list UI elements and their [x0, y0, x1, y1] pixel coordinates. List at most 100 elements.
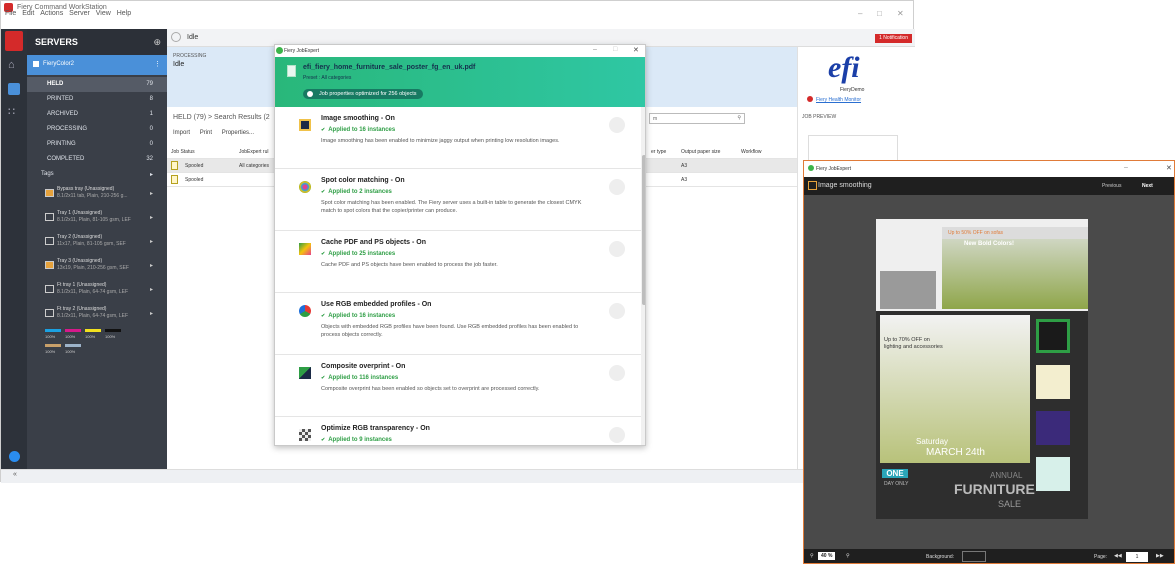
menu-server[interactable]: Server — [69, 10, 90, 17]
item-applied: Applied to 9 instances — [321, 437, 392, 443]
tray-3[interactable]: Tray 3 (Unassigned) 13x19, Plain, 210-25… — [27, 255, 167, 277]
item-applied: Applied to 25 instances — [321, 251, 395, 257]
maximize-icon[interactable]: □ — [613, 46, 617, 53]
item-title: Composite overprint - On — [321, 363, 406, 370]
menu-file[interactable]: File — [5, 10, 16, 17]
item-description: Image smoothing has been enabled to mini… — [321, 138, 560, 144]
preview-button[interactable] — [609, 241, 625, 257]
queue-count: 1 — [149, 111, 153, 117]
queue-completed[interactable]: COMPLETED 32 — [27, 152, 167, 167]
column-header[interactable]: Job Status — [171, 149, 195, 155]
search-icon[interactable] — [9, 451, 20, 462]
tray-ft-1[interactable]: Ft tray 1 (Unassigned) 8.1/2x11, Plain, … — [27, 279, 167, 301]
list-item[interactable]: Cache PDF and PS objects - On Applied to… — [275, 231, 641, 293]
add-server-icon[interactable]: ⊕ — [153, 37, 161, 48]
column-header[interactable]: Output paper size — [681, 149, 720, 155]
background-color-picker[interactable] — [962, 551, 986, 562]
properties-button[interactable]: Properties... — [222, 130, 254, 136]
column-header[interactable]: JobExpert rul — [239, 149, 268, 155]
queue-archived[interactable]: ARCHIVED 1 — [27, 107, 167, 122]
menu-view[interactable]: View — [96, 10, 111, 17]
ink-silver — [65, 344, 81, 347]
job-preview-label[interactable]: JOB PREVIEW — [802, 114, 836, 120]
scrollbar-thumb[interactable] — [642, 155, 645, 305]
held-breadcrumb[interactable]: HELD (79) > Search Results (2 — [173, 114, 270, 121]
preview-button[interactable] — [609, 117, 625, 133]
close-icon[interactable]: ✕ — [1166, 164, 1172, 172]
queue-label: PRINTING — [47, 141, 76, 147]
apps-grid-icon[interactable]: ∷ — [8, 105, 20, 118]
tray-name: Tray 2 (Unassigned) — [57, 234, 103, 240]
processing-value: Idle — [173, 61, 185, 68]
first-page-icon[interactable]: ◀◀ — [1114, 553, 1122, 559]
spot-color-icon — [299, 181, 311, 193]
list-item[interactable]: Spot color matching - On Applied to 2 in… — [275, 169, 641, 231]
search-icon[interactable]: ⚲ — [737, 115, 741, 121]
search-input[interactable]: m ⚲ — [649, 113, 745, 124]
job-center-icon[interactable] — [8, 83, 20, 95]
health-label: Fiery Health Monitor — [816, 97, 862, 103]
list-item[interactable]: Use RGB embedded profiles - On Applied t… — [275, 293, 641, 355]
document-icon — [171, 175, 178, 184]
column-header[interactable]: er type — [651, 149, 666, 155]
item-applied: Applied to 16 instances — [321, 127, 395, 133]
product-thumb — [1036, 365, 1070, 399]
ink-level-label: 100% — [45, 349, 56, 354]
preview-button[interactable] — [609, 179, 625, 195]
efi-logo: efi — [828, 51, 860, 84]
tray-spec: 8.1/2x11, Plain, 81-105 gsm, LEF — [57, 217, 131, 223]
tray-spec: 8.1/2x11, Plain, 64-74 gsm, LEF — [57, 313, 129, 319]
tray-ft-2[interactable]: Ft tray 2 (Unassigned) 8.1/2x11, Plain, … — [27, 303, 167, 325]
tray-2[interactable]: Tray 2 (Unassigned) 11x17, Plain, 81-105… — [27, 231, 167, 253]
menu-actions[interactable]: Actions — [40, 10, 63, 17]
ink-level-label: 100% — [65, 334, 76, 339]
notification-badge[interactable]: 1 Notification — [875, 34, 912, 43]
close-icon[interactable]: ✕ — [633, 46, 639, 54]
status-bar: « — [1, 469, 915, 483]
minimize-icon[interactable]: – — [593, 46, 597, 53]
zoom-out-icon[interactable]: ⚲ — [810, 553, 814, 559]
menu-edit[interactable]: Edit — [22, 10, 34, 17]
queue-printing[interactable]: PRINTING 0 — [27, 137, 167, 152]
job-size: A3 — [681, 163, 688, 169]
queue-held[interactable]: HELD 79 — [27, 77, 167, 92]
list-item[interactable]: Image smoothing - On Applied to 16 insta… — [275, 107, 641, 169]
import-button[interactable]: Import — [173, 130, 190, 136]
queue-label: PRINTED — [47, 96, 74, 102]
menu-bar: File Edit Actions Server View Help — [1, 10, 915, 20]
queue-count: 79 — [146, 81, 153, 87]
item-title: Spot color matching - On — [321, 177, 405, 184]
zoom-in-icon[interactable]: ⚲ — [846, 553, 850, 559]
next-button[interactable]: Next — [1142, 183, 1153, 189]
column-header[interactable]: Workflow — [741, 149, 761, 155]
queue-count: 32 — [146, 156, 153, 162]
collapse-icon[interactable]: « — [13, 471, 17, 478]
ink-level-label: 100% — [85, 334, 96, 339]
preview-button[interactable] — [609, 303, 625, 319]
previous-button[interactable]: Previous — [1102, 183, 1121, 189]
tray-name: Tray 3 (Unassigned) — [57, 258, 103, 264]
minimize-icon[interactable]: – — [1124, 164, 1128, 171]
poster-furniture: FURNITURE — [954, 481, 1035, 497]
queue-processing[interactable]: PROCESSING 0 — [27, 122, 167, 137]
server-item[interactable]: FieryColor2 ⋮ — [27, 55, 167, 75]
list-item[interactable]: Optimize RGB transparency - On Applied t… — [275, 417, 641, 445]
print-button[interactable]: Print — [200, 130, 212, 136]
preview-button[interactable] — [609, 427, 625, 443]
tray-1[interactable]: Tray 1 (Unassigned) 8.1/2x11, Plain, 81-… — [27, 207, 167, 229]
home-icon[interactable]: ⌂ — [8, 59, 20, 71]
tray-bypass[interactable]: Bypass tray (Unassigned) 8.1/2x11 tab, P… — [27, 183, 167, 205]
server-menu-icon[interactable]: ⋮ — [154, 60, 161, 68]
zoom-level[interactable]: 40 % — [818, 552, 836, 560]
health-monitor-link[interactable]: Fiery Health Monitor — [807, 96, 862, 103]
list-item[interactable]: Composite overprint - On Applied to 116 … — [275, 355, 641, 417]
page-input[interactable]: 1 — [1126, 552, 1148, 562]
menu-help[interactable]: Help — [117, 10, 131, 17]
tray-icon — [45, 309, 54, 317]
preview-button[interactable] — [609, 365, 625, 381]
preview-toolbar: Image smoothing Previous Next — [804, 177, 1174, 195]
tags-item[interactable]: Tags ▸ — [27, 167, 167, 182]
last-page-icon[interactable]: ▶▶ — [1156, 553, 1164, 559]
queue-printed[interactable]: PRINTED 8 — [27, 92, 167, 107]
scrollbar[interactable] — [641, 107, 645, 445]
